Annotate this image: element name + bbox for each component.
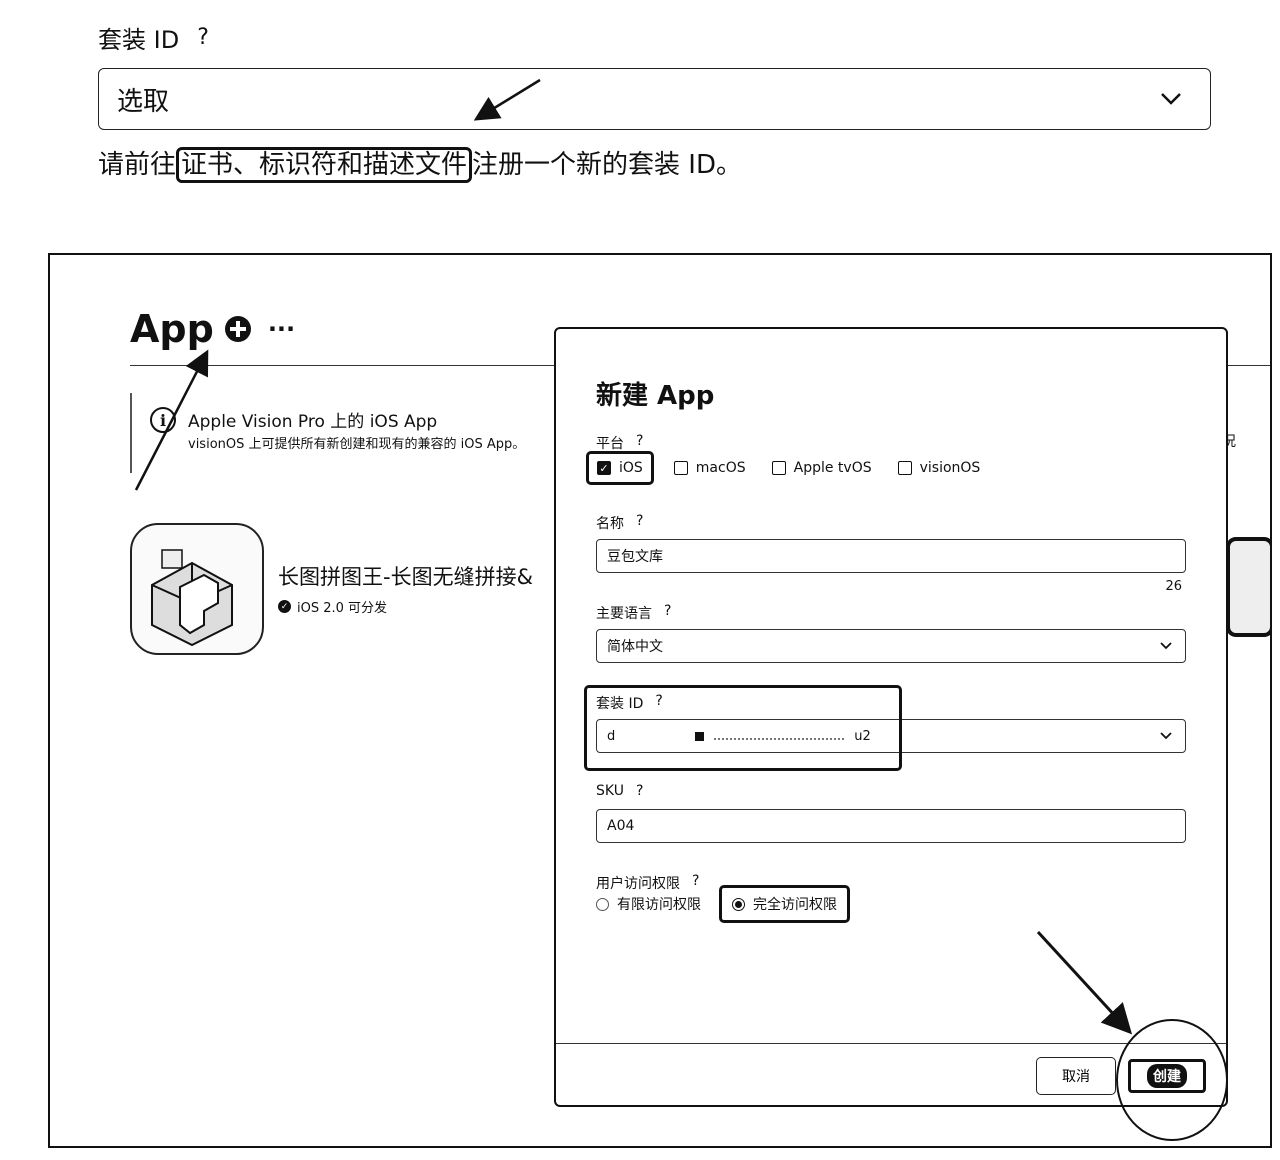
app-icon-thumbnail[interactable]: [1226, 537, 1270, 637]
platform-visionos-label: visionOS: [919, 460, 981, 476]
create-button-label: 创建: [1147, 1064, 1187, 1088]
certificates-link[interactable]: 证书、标识符和描述文件: [176, 147, 473, 183]
more-options-icon[interactable]: ···: [268, 315, 295, 343]
page-title: App: [130, 307, 214, 351]
platform-tvos-label: Apple tvOS: [793, 460, 872, 476]
name-field-value: 豆包文库: [607, 549, 663, 565]
radio-limited-access[interactable]: [596, 897, 609, 911]
add-app-icon[interactable]: [224, 315, 252, 343]
app-name[interactable]: 长图拼图王-长图无缝拼接&: [278, 561, 533, 591]
checkbox-visionos[interactable]: [897, 461, 912, 475]
full-access-label: 完全访问权限: [753, 897, 837, 913]
platform-options: ✓ iOS macOS Apple tvOS visionOS: [586, 451, 986, 485]
platform-macos[interactable]: macOS: [668, 456, 752, 480]
language-select-value: 简体中文: [607, 639, 663, 655]
help-icon[interactable]: ?: [664, 603, 671, 623]
chevron-down-icon: [1160, 732, 1172, 740]
platform-tvos[interactable]: Apple tvOS: [766, 456, 878, 480]
banner-title: Apple Vision Pro 上的 iOS App: [188, 412, 438, 432]
dialog-title: 新建 App: [596, 381, 715, 411]
app-status-text: iOS 2.0 可分发: [297, 601, 388, 616]
chevron-down-icon: [1160, 642, 1172, 650]
app-icon[interactable]: [130, 523, 264, 655]
platform-macos-label: macOS: [695, 460, 746, 476]
limited-access-label: 有限访问权限: [617, 897, 701, 913]
bundle-id-highlight-box: [584, 685, 902, 771]
name-field[interactable]: 豆包文库: [596, 539, 1186, 573]
language-label-text: 主要语言: [596, 606, 652, 622]
app-status: ✓ iOS 2.0 可分发: [278, 597, 387, 616]
platform-label: 平台 ?: [596, 433, 643, 453]
bundle-id-label: 套装 ID ?: [98, 20, 209, 55]
checkmark-icon: ✓: [278, 600, 291, 613]
checkbox-tvos[interactable]: [771, 461, 786, 475]
name-label-text: 名称: [596, 516, 624, 532]
apps-header: App ···: [130, 307, 295, 351]
platform-ios-label: iOS: [619, 460, 643, 476]
help-icon[interactable]: ?: [636, 433, 643, 453]
bundle-id-select[interactable]: 选取: [98, 68, 1211, 130]
banner-text: visionOS 上可提供所有新创建和现有的兼容的 iOS App。: [188, 437, 526, 452]
bundle-id-hint: 请前往 证书、标识符和描述文件 注册一个新的套装 ID。: [98, 144, 742, 183]
name-label: 名称 ?: [596, 513, 643, 533]
sku-field[interactable]: A04: [596, 809, 1186, 843]
help-icon[interactable]: ?: [636, 783, 643, 799]
checkbox-ios[interactable]: ✓: [597, 461, 611, 475]
name-char-counter: 26: [1165, 579, 1182, 594]
full-access-option[interactable]: 完全访问权限: [719, 885, 850, 923]
app-store-connect-screenshot: App ··· i Apple Vision Pro 上的 iOS App vi…: [48, 253, 1272, 1148]
chevron-down-icon: [1161, 93, 1181, 105]
help-icon[interactable]: ?: [197, 25, 209, 50]
cancel-button[interactable]: 取消: [1036, 1057, 1116, 1095]
language-select[interactable]: 简体中文: [596, 629, 1186, 663]
hint-prefix: 请前往: [98, 150, 177, 180]
limited-access-option[interactable]: 有限访问权限: [596, 894, 701, 914]
help-icon[interactable]: ?: [636, 513, 643, 533]
platform-label-text: 平台: [596, 436, 624, 452]
checkbox-macos[interactable]: [673, 461, 688, 475]
create-button[interactable]: 创建: [1128, 1059, 1206, 1093]
user-access-options: 有限访问权限 完全访问权限: [596, 885, 850, 923]
info-icon: i: [150, 407, 176, 433]
sku-field-value: A04: [607, 818, 635, 834]
bundle-id-label-text: 套装 ID: [98, 26, 180, 54]
radio-full-access[interactable]: [732, 897, 745, 911]
new-app-dialog: 新建 App 平台 ? ✓ iOS macOS Apple tvOS visio…: [554, 327, 1228, 1141]
hint-suffix: 注册一个新的套装 ID。: [472, 150, 742, 180]
platform-ios[interactable]: ✓ iOS: [586, 451, 654, 485]
vision-pro-banner: i Apple Vision Pro 上的 iOS App visionOS 上…: [130, 393, 580, 473]
bundle-id-select-value: 选取: [117, 86, 170, 117]
sku-label: SKU ?: [596, 783, 643, 799]
puzzle-icon: [151, 549, 233, 647]
sku-label-text: SKU: [596, 783, 624, 799]
language-label: 主要语言 ?: [596, 603, 671, 623]
platform-visionos[interactable]: visionOS: [892, 456, 987, 480]
